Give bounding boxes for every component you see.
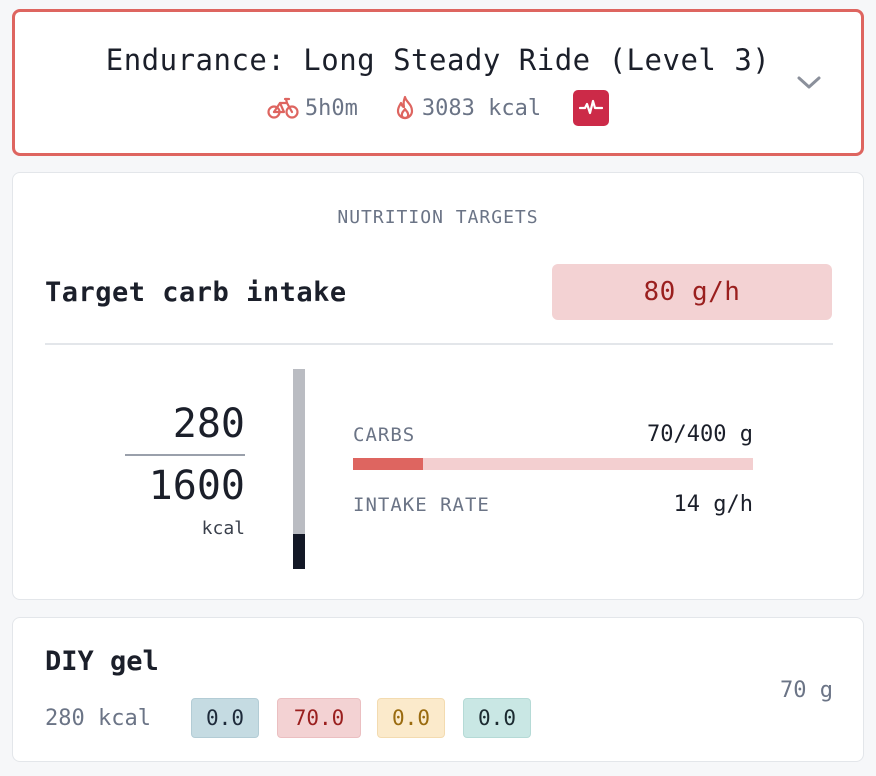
carbs-progress-bar (353, 458, 753, 470)
carbs-label: CARBS (353, 424, 416, 446)
carbs-progress-fill (353, 458, 423, 470)
macro-badge: 0.0 (377, 698, 445, 738)
bike-icon (267, 97, 299, 119)
flame-icon (394, 95, 416, 121)
kcal-unit: kcal (201, 518, 245, 539)
intake-rate-label: INTAKE RATE (353, 494, 490, 516)
divider (45, 343, 833, 345)
workout-duration: 5h0m (304, 95, 358, 121)
kcal-consumed: 280 (172, 401, 245, 447)
workout-card[interactable]: Endurance: Long Steady Ride (Level 3) 5h… (12, 9, 864, 156)
workout-meta: 5h0m 3083 kcal (15, 89, 861, 127)
chevron-down-icon[interactable] (795, 72, 823, 92)
macro-badge: 0.0 (191, 698, 259, 738)
macro-badge: 0.0 (463, 698, 531, 738)
kcal-progress-bar (293, 369, 305, 569)
nutrition-targets-card: NUTRITION TARGETS Target carb intake 80 … (12, 172, 864, 600)
food-item-card[interactable]: DIY gel 280 kcal 0.0 70.0 0.0 0.0 70 g (12, 617, 864, 762)
food-weight: 70 g (780, 678, 833, 703)
workout-title: Endurance: Long Steady Ride (Level 3) (105, 43, 771, 77)
macro-badge: 70.0 (277, 698, 361, 738)
food-name: DIY gel (45, 646, 159, 677)
carbs-value: 70/400 g (647, 422, 753, 447)
target-carb-label: Target carb intake (45, 277, 347, 308)
kcal-total: 1600 (148, 463, 245, 509)
section-title: NUTRITION TARGETS (337, 207, 539, 228)
kcal-progress-fill (293, 534, 305, 569)
kcal-fraction-line (125, 454, 245, 456)
intake-rate-value: 14 g/h (673, 492, 753, 517)
pulse-icon[interactable] (573, 90, 610, 126)
workout-calories: 3083 kcal (421, 95, 542, 121)
food-kcal: 280 kcal (45, 706, 151, 731)
target-carb-value[interactable]: 80 g/h (552, 264, 832, 320)
